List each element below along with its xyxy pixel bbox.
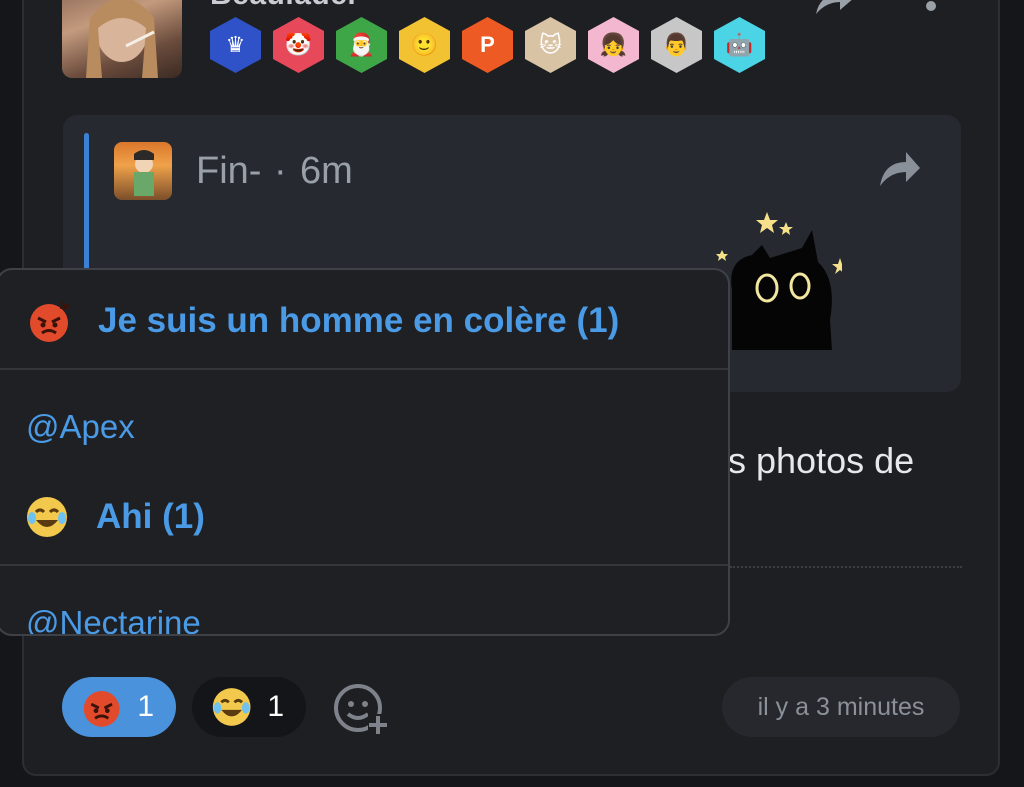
add-reaction-icon[interactable] [332, 678, 390, 736]
reaction-group-angry[interactable]: Je suis un homme en colère (1) [26, 298, 619, 344]
popup-divider [0, 368, 728, 370]
reaction-count: 1 [137, 690, 154, 723]
smiley-badge-icon[interactable]: 🙂 [399, 17, 450, 73]
post-username[interactable]: Beaulader [210, 0, 360, 12]
reaction-details-popup: Je suis un homme en colère (1) @Apex Ahi… [0, 268, 730, 636]
p-logo-badge-icon[interactable]: P [462, 17, 513, 73]
user-avatar[interactable] [62, 0, 182, 78]
reaction-group-laugh[interactable]: Ahi (1) [24, 494, 205, 540]
reaction-laugh-button[interactable]: 1 [192, 677, 306, 737]
reaction-group-label: Je suis un homme en colère (1) [98, 301, 620, 340]
crown-badge-icon[interactable]: ♛ [210, 17, 261, 73]
reaction-angry-button[interactable]: 1 [62, 677, 176, 737]
post-text: s photos de [728, 440, 915, 481]
reaction-count: 1 [267, 690, 284, 723]
black-cat-sticker [716, 212, 842, 350]
reaction-bar: 1 1 [62, 677, 390, 737]
man-badge-icon[interactable]: 👨 [651, 17, 702, 73]
quote-separator: · [274, 150, 287, 192]
user-badges: ♛ 🤡 🎅 🙂 P 🐱 👧 👨 🤖 [210, 17, 765, 73]
more-options-icon[interactable] [924, 0, 938, 12]
reactor-username[interactable]: @Nectarine [26, 604, 201, 634]
robot-badge-icon[interactable]: 🤖 [714, 17, 765, 73]
quote-bar [84, 133, 89, 273]
santa-badge-icon[interactable]: 🎅 [336, 17, 387, 73]
tears-of-joy-icon [24, 494, 70, 540]
quote-author-avatar[interactable] [114, 142, 172, 200]
quote-share-icon[interactable] [876, 150, 922, 190]
angry-face-icon [26, 298, 72, 344]
tears-of-joy-icon [212, 688, 251, 726]
reactor-username[interactable]: @Apex [26, 408, 135, 446]
popup-divider [0, 564, 728, 566]
dotted-separator [730, 566, 962, 568]
quote-author-name[interactable]: Fin- [196, 150, 261, 193]
angry-face-icon [83, 690, 120, 727]
anime-girl-badge-icon[interactable]: 👧 [588, 17, 639, 73]
cat-badge-icon[interactable]: 🐱 [525, 17, 576, 73]
reaction-group-label: Ahi (1) [96, 497, 205, 536]
share-icon[interactable] [812, 0, 856, 16]
message-timestamp: il y a 3 minutes [722, 677, 960, 737]
quote-time: 6m [300, 150, 353, 192]
clown-badge-icon[interactable]: 🤡 [273, 17, 324, 73]
